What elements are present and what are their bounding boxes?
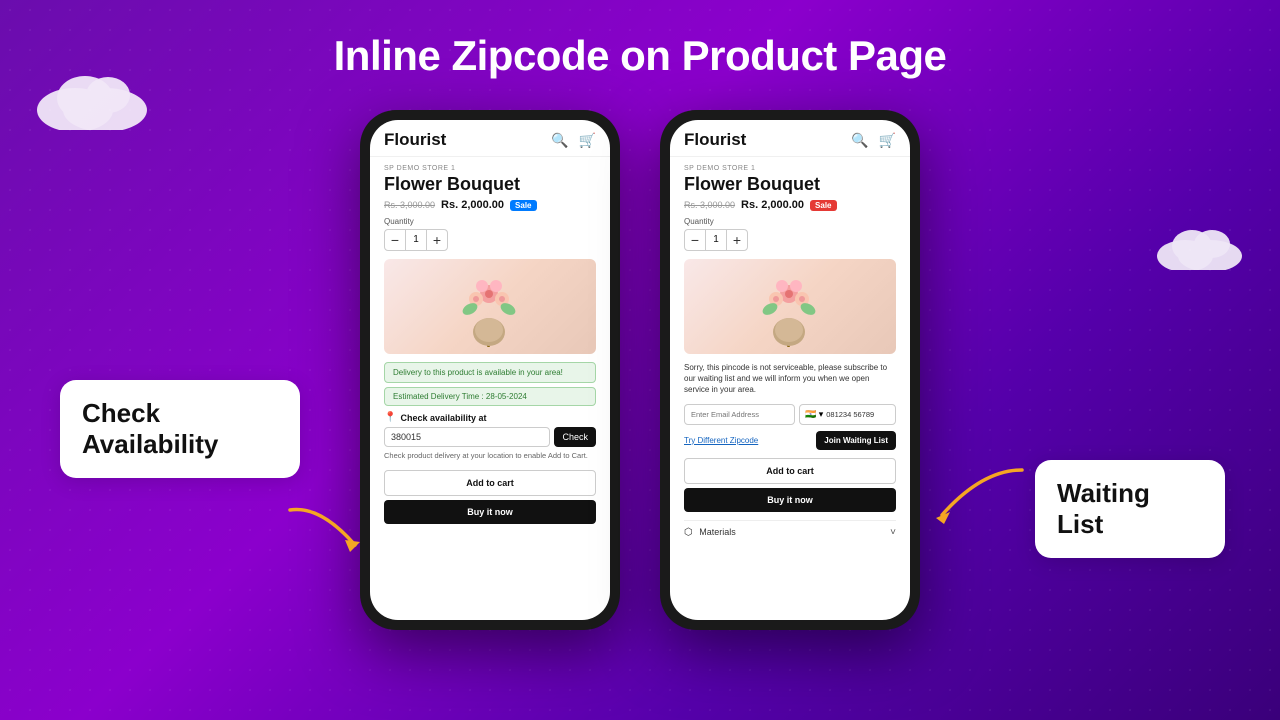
phone-2-buy-now[interactable]: Buy it now	[684, 488, 896, 512]
phone-1-qty-control: − 1 +	[384, 229, 448, 251]
phone-2-sale-badge: Sale	[810, 200, 836, 211]
phone-2-qty-label: Quantity	[684, 217, 896, 226]
phone-1-availability-msg: Delivery to this product is available in…	[384, 362, 596, 383]
phone-2-product-title: Flower Bouquet	[684, 174, 896, 195]
phone-2-qty-minus[interactable]: −	[685, 230, 705, 250]
phone-1-product-title: Flower Bouquet	[384, 174, 596, 195]
phone-1-sale-badge: Sale	[510, 200, 536, 211]
search-icon-2[interactable]: 🔍	[851, 132, 868, 149]
phone-2: Flourist 🔍 🛒 SP DEMO STORE 1 Flower Bouq…	[660, 110, 920, 630]
phone-1-body: SP DEMO STORE 1 Flower Bouquet Rs. 3,000…	[370, 157, 610, 620]
cart-icon-2[interactable]: 🛒	[879, 132, 896, 149]
phone-2-phone-number: 081234 56789	[826, 410, 874, 419]
phone-2-price-row: Rs. 3,000.00 Rs. 2,000.00 Sale	[684, 199, 896, 211]
phone-1-buy-now[interactable]: Buy it now	[384, 500, 596, 524]
check-availability-label: Check Availability	[60, 380, 300, 478]
phone-2-screen: Flourist 🔍 🛒 SP DEMO STORE 1 Flower Bouq…	[670, 120, 910, 620]
phone-1-store-label: SP DEMO STORE 1	[384, 165, 596, 172]
chevron-down-icon: ˅	[890, 527, 896, 538]
phone-1-qty-value: 1	[405, 230, 427, 250]
phone-1-price-row: Rs. 3,000.00 Rs. 2,000.00 Sale	[384, 199, 596, 211]
phone-1-check-button[interactable]: Check	[554, 427, 596, 447]
phone-2-materials-label: Materials	[699, 527, 736, 537]
phone-1-header: Flourist 🔍 🛒	[370, 120, 610, 157]
phone-2-product-image	[684, 259, 896, 354]
phone-2-store-label: SP DEMO STORE 1	[684, 165, 896, 172]
phone-1-zipcode-row: Check	[384, 427, 596, 447]
phone-2-waiting-actions: Try Different Zipcode Join Waiting List	[684, 431, 896, 450]
page-title: Inline Zipcode on Product Page	[0, 0, 1280, 80]
phone-2-try-different[interactable]: Try Different Zipcode	[684, 436, 758, 445]
phone-2-qty-value: 1	[705, 230, 727, 250]
phone-2-price-original: Rs. 3,000.00	[684, 200, 735, 210]
cart-icon[interactable]: 🛒	[579, 132, 596, 149]
phone-1-delivery-note: Check product delivery at your location …	[384, 451, 596, 462]
phone-2-sorry-msg: Sorry, this pincode is not serviceable, …	[684, 362, 896, 396]
search-icon[interactable]: 🔍	[551, 132, 568, 149]
phone-2-waiting-inputs: 🇮🇳 ▾ 081234 56789	[684, 404, 896, 425]
check-availability-arrow	[280, 500, 370, 560]
waiting-list-label: Waiting List	[1035, 460, 1225, 558]
phone-1-check-at-label: Check availability at	[400, 413, 486, 423]
phone-2-price-current: Rs. 2,000.00	[741, 199, 804, 211]
phone-2-qty-control: − 1 +	[684, 229, 748, 251]
phone-1: Flourist 🔍 🛒 SP DEMO STORE 1 Flower Bouq…	[360, 110, 620, 630]
phone-2-phone-input-wrapper: 🇮🇳 ▾ 081234 56789	[799, 404, 896, 425]
flower-bouquet-image-1	[450, 264, 530, 349]
phone-1-store-name: Flourist	[384, 130, 446, 150]
phone-2-email-input[interactable]	[684, 404, 795, 425]
phone-1-qty-minus[interactable]: −	[385, 230, 405, 250]
waiting-list-arrow	[922, 460, 1032, 540]
phone-2-qty-plus[interactable]: +	[727, 230, 747, 250]
flag-icon-2: 🇮🇳 ▾	[805, 409, 823, 420]
phone-1-icons: 🔍 🛒	[551, 132, 596, 149]
phone-1-price-original: Rs. 3,000.00	[384, 200, 435, 210]
phone-1-qty-label: Quantity	[384, 217, 596, 226]
phone-1-check-at-row: 📍 Check availability at	[384, 412, 596, 423]
phone-2-header: Flourist 🔍 🛒	[670, 120, 910, 157]
phone-1-qty-plus[interactable]: +	[427, 230, 447, 250]
phone-2-store-name: Flourist	[684, 130, 746, 150]
phone-1-add-to-cart[interactable]: Add to cart	[384, 470, 596, 496]
phone-1-zipcode-input[interactable]	[384, 427, 550, 447]
phone-2-join-waiting-button[interactable]: Join Waiting List	[816, 431, 896, 450]
phone-1-product-image	[384, 259, 596, 354]
phone-2-materials-row[interactable]: ⬡ Materials ˅	[684, 520, 896, 544]
phone-1-delivery-time: Estimated Delivery Time : 28-05-2024	[384, 387, 596, 406]
pin-icon-1: 📍	[384, 412, 396, 423]
flower-bouquet-image-2	[750, 264, 830, 349]
materials-icon: ⬡	[684, 527, 693, 538]
phone-2-add-to-cart[interactable]: Add to cart	[684, 458, 896, 484]
phone-2-icons: 🔍 🛒	[851, 132, 896, 149]
phone-2-body: SP DEMO STORE 1 Flower Bouquet Rs. 3,000…	[670, 157, 910, 620]
phone-1-screen: Flourist 🔍 🛒 SP DEMO STORE 1 Flower Bouq…	[370, 120, 610, 620]
phone-1-price-current: Rs. 2,000.00	[441, 199, 504, 211]
